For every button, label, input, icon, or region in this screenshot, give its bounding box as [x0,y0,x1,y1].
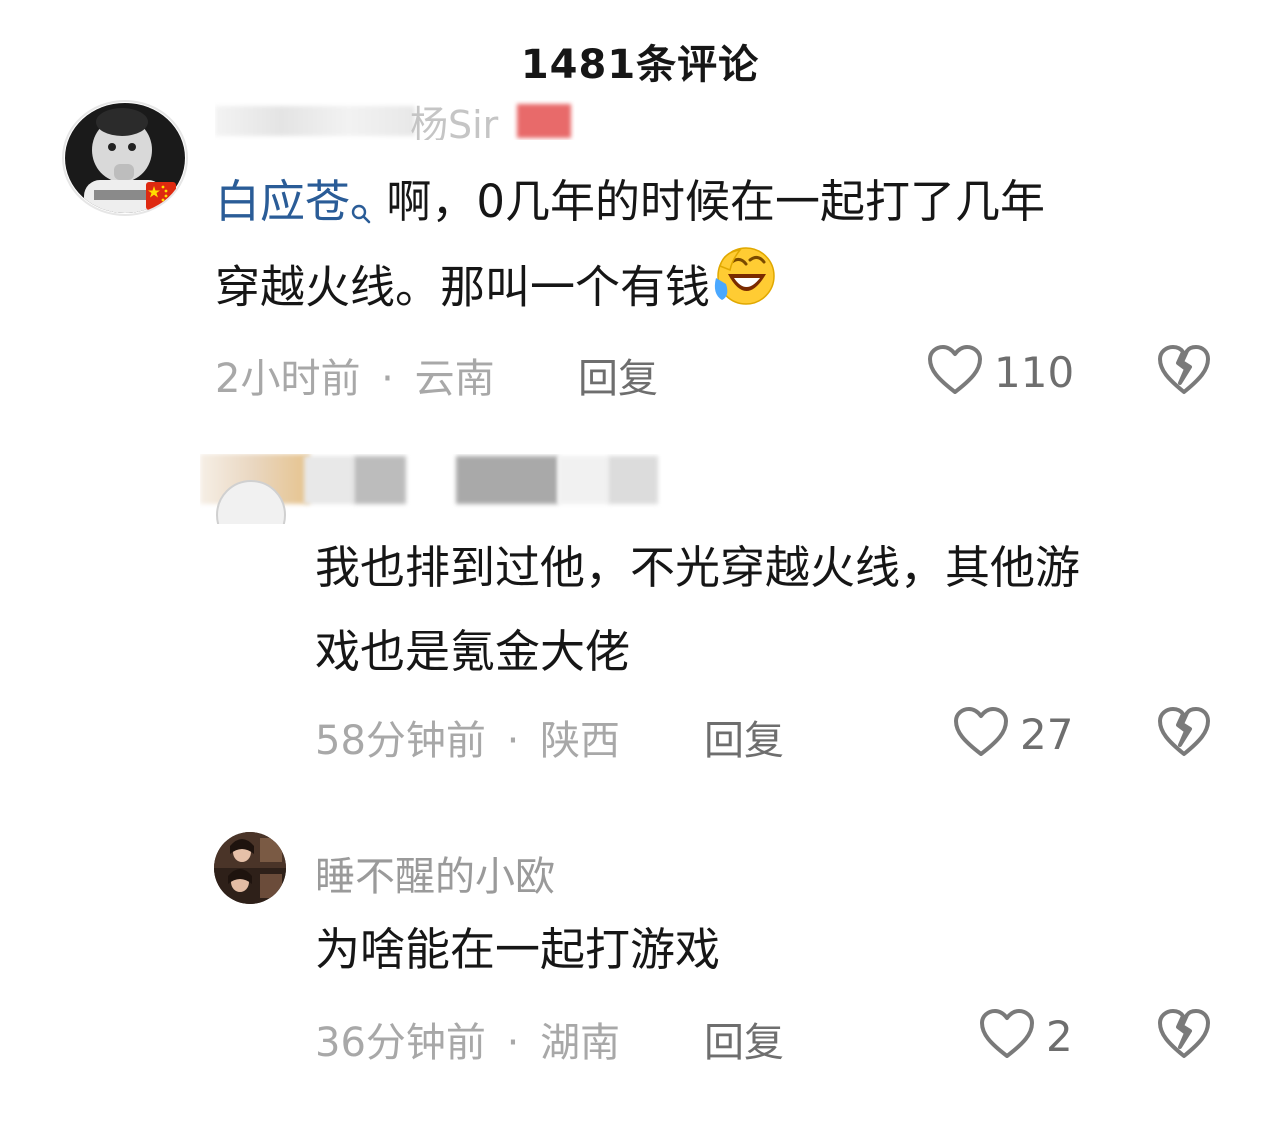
comment-time: 36分钟前 [315,1020,486,1066]
comment-meta: 58分钟前 · 陕西 [315,708,620,766]
search-icon [350,168,372,252]
comment-meta: 2小时前 · 云南 [215,346,495,404]
heart-outline-icon [926,343,984,401]
dislike-button[interactable] [1156,1007,1212,1065]
broken-heart-icon [1156,1009,1212,1065]
china-flag-icon [146,182,176,210]
china-flag-icon [517,104,571,138]
username: 杨Sir [410,103,499,140]
heart-outline-icon [978,1007,1036,1065]
avatar[interactable] [62,100,188,216]
meta-separator: · [381,356,394,402]
username-blurred[interactable] [200,454,670,524]
reply-button[interactable]: 回复 [704,1010,784,1068]
username-blurred[interactable]: 杨Sir [215,100,575,140]
dislike-button[interactable] [1156,343,1212,401]
comment-meta: 36分钟前 · 湖南 [315,1010,620,1068]
laugh-cry-emoji [710,244,776,337]
comment-text: 戏也是氪金大佬 [315,625,631,678]
comment-text: 为啥能在一起打游戏 [315,923,721,976]
comment-time: 58分钟前 [315,718,486,764]
heart-outline-icon [952,705,1010,763]
comment-text: 我也排到过他，不光穿越火线，其他游 [315,541,1081,594]
broken-heart-icon [1156,345,1212,401]
comment-location: 陕西 [540,718,621,764]
comment-text: 穿越火线。那叫一个有钱 [215,244,776,337]
comment-time: 2小时前 [215,356,361,402]
comment-location: 湖南 [540,1020,621,1066]
mention-link[interactable]: 白应苍 [215,175,386,228]
broken-heart-icon [1156,707,1212,763]
like-button[interactable]: 2 [978,1007,1073,1065]
meta-separator: · [506,1020,520,1066]
reply-button[interactable]: 回复 [578,346,658,404]
like-count: 27 [1020,709,1074,759]
like-count: 110 [994,347,1075,397]
meta-separator: · [506,718,520,764]
username[interactable]: 睡不醒的小欧 [315,844,555,902]
comment-location: 云南 [414,356,495,402]
avatar[interactable] [214,832,286,904]
reply-button[interactable]: 回复 [704,708,784,766]
like-count: 2 [1046,1011,1073,1061]
comments-page: 1481条评论 杨Sir 白应苍 啊，0几年的时候在一起打了几年 穿越火线。那叫… [0,0,1280,1122]
like-button[interactable]: 27 [952,705,1073,763]
like-button[interactable]: 110 [926,343,1074,401]
comment-text: 白应苍 啊，0几年的时候在一起打了几年 [215,160,1045,252]
comment-count-title: 1481条评论 [520,42,760,88]
dislike-button[interactable] [1156,705,1212,763]
